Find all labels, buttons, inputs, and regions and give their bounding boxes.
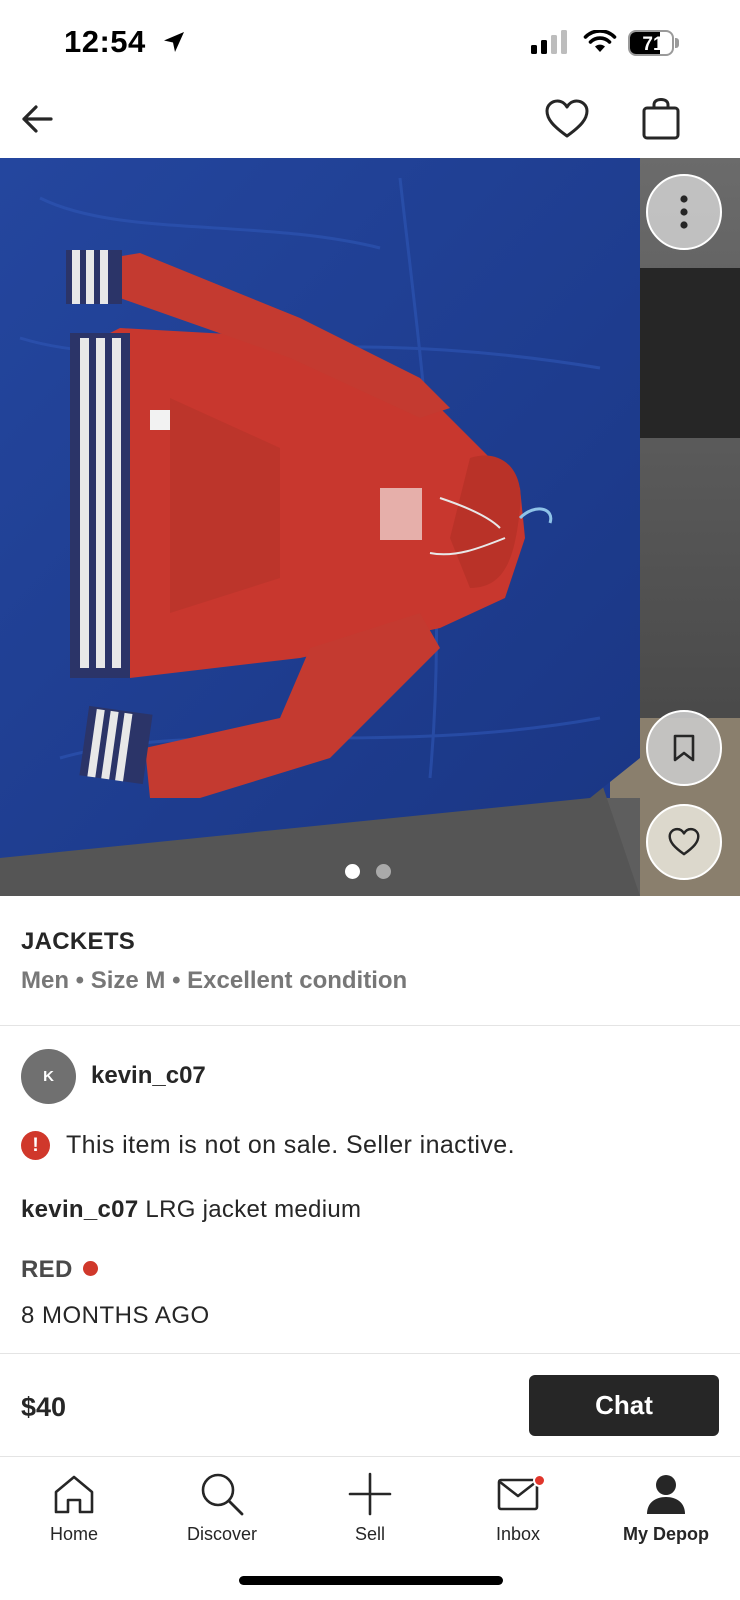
battery-icon: 71 [628,30,680,56]
profile-icon [647,1475,685,1514]
inbox-notification-badge [533,1474,546,1487]
product-photo [0,158,740,896]
color-label: RED [21,1256,73,1283]
home-indicator[interactable] [239,1576,503,1585]
bag-button[interactable] [636,94,686,144]
product-attributes: Men • Size M • Excellent condition [21,967,408,994]
tab-label: My Depop [622,1524,709,1544]
divider [0,1456,740,1457]
product-description: kevin_c07 LRG jacket medium [21,1196,361,1224]
back-button[interactable] [14,96,60,142]
save-button[interactable] [646,710,722,786]
description-text: LRG jacket medium [138,1196,362,1223]
home-icon [54,1475,94,1514]
heart-outline-icon [545,99,589,138]
signal-bars-icon [531,30,567,54]
image-like-button[interactable] [646,804,722,880]
alert-icon: ! [21,1131,50,1160]
divider [0,1025,740,1026]
posted-time: 8 MONTHS AGO [21,1302,210,1329]
color-swatch [82,1260,98,1276]
more-options-button[interactable] [646,174,722,250]
product-category[interactable]: JACKETS [21,928,135,956]
tab-label: Home [49,1524,98,1544]
color-row: RED [21,1256,98,1284]
back-arrow-icon [22,105,53,133]
top-nav [0,90,740,158]
tab-label: Discover [186,1524,257,1544]
battery-level: 71 [642,34,664,55]
plus-icon [348,1472,392,1516]
search-icon [201,1473,244,1516]
status-time: 12:54 [64,24,146,59]
tab-discover[interactable]: Discover [148,1458,296,1558]
product-image-gallery[interactable] [0,158,740,896]
tab-inbox[interactable]: Inbox [444,1458,592,1558]
gallery-pagination [345,864,391,879]
status-bar: 12:54 71 [0,0,740,90]
shopping-bag-icon [642,97,680,140]
chat-button[interactable]: Chat [529,1375,719,1436]
tab-my-depop[interactable]: My Depop [592,1458,740,1558]
tab-bar: Home Discover Sell Inbox My Depop [0,1458,740,1558]
tab-home[interactable]: Home [0,1458,148,1558]
gallery-dot-active[interactable] [345,864,360,879]
wifi-icon [583,30,617,52]
heart-icon [668,827,700,856]
tab-sell[interactable]: Sell [296,1458,444,1558]
divider [0,1353,740,1354]
price: $40 [21,1392,67,1422]
tab-label: Inbox [495,1524,541,1544]
more-vertical-icon [680,195,688,229]
gallery-dot[interactable] [376,864,391,879]
tab-label: Sell [354,1524,385,1544]
bookmark-icon [673,734,695,762]
seller-username[interactable]: kevin_c07 [91,1062,206,1090]
avatar[interactable]: K [21,1049,76,1104]
inactive-alert: ! This item is not on sale. Seller inact… [21,1131,515,1160]
description-username[interactable]: kevin_c07 [21,1196,138,1223]
like-button[interactable] [542,94,592,144]
location-arrow-icon [164,32,184,52]
alert-text: This item is not on sale. Seller inactiv… [66,1131,515,1159]
